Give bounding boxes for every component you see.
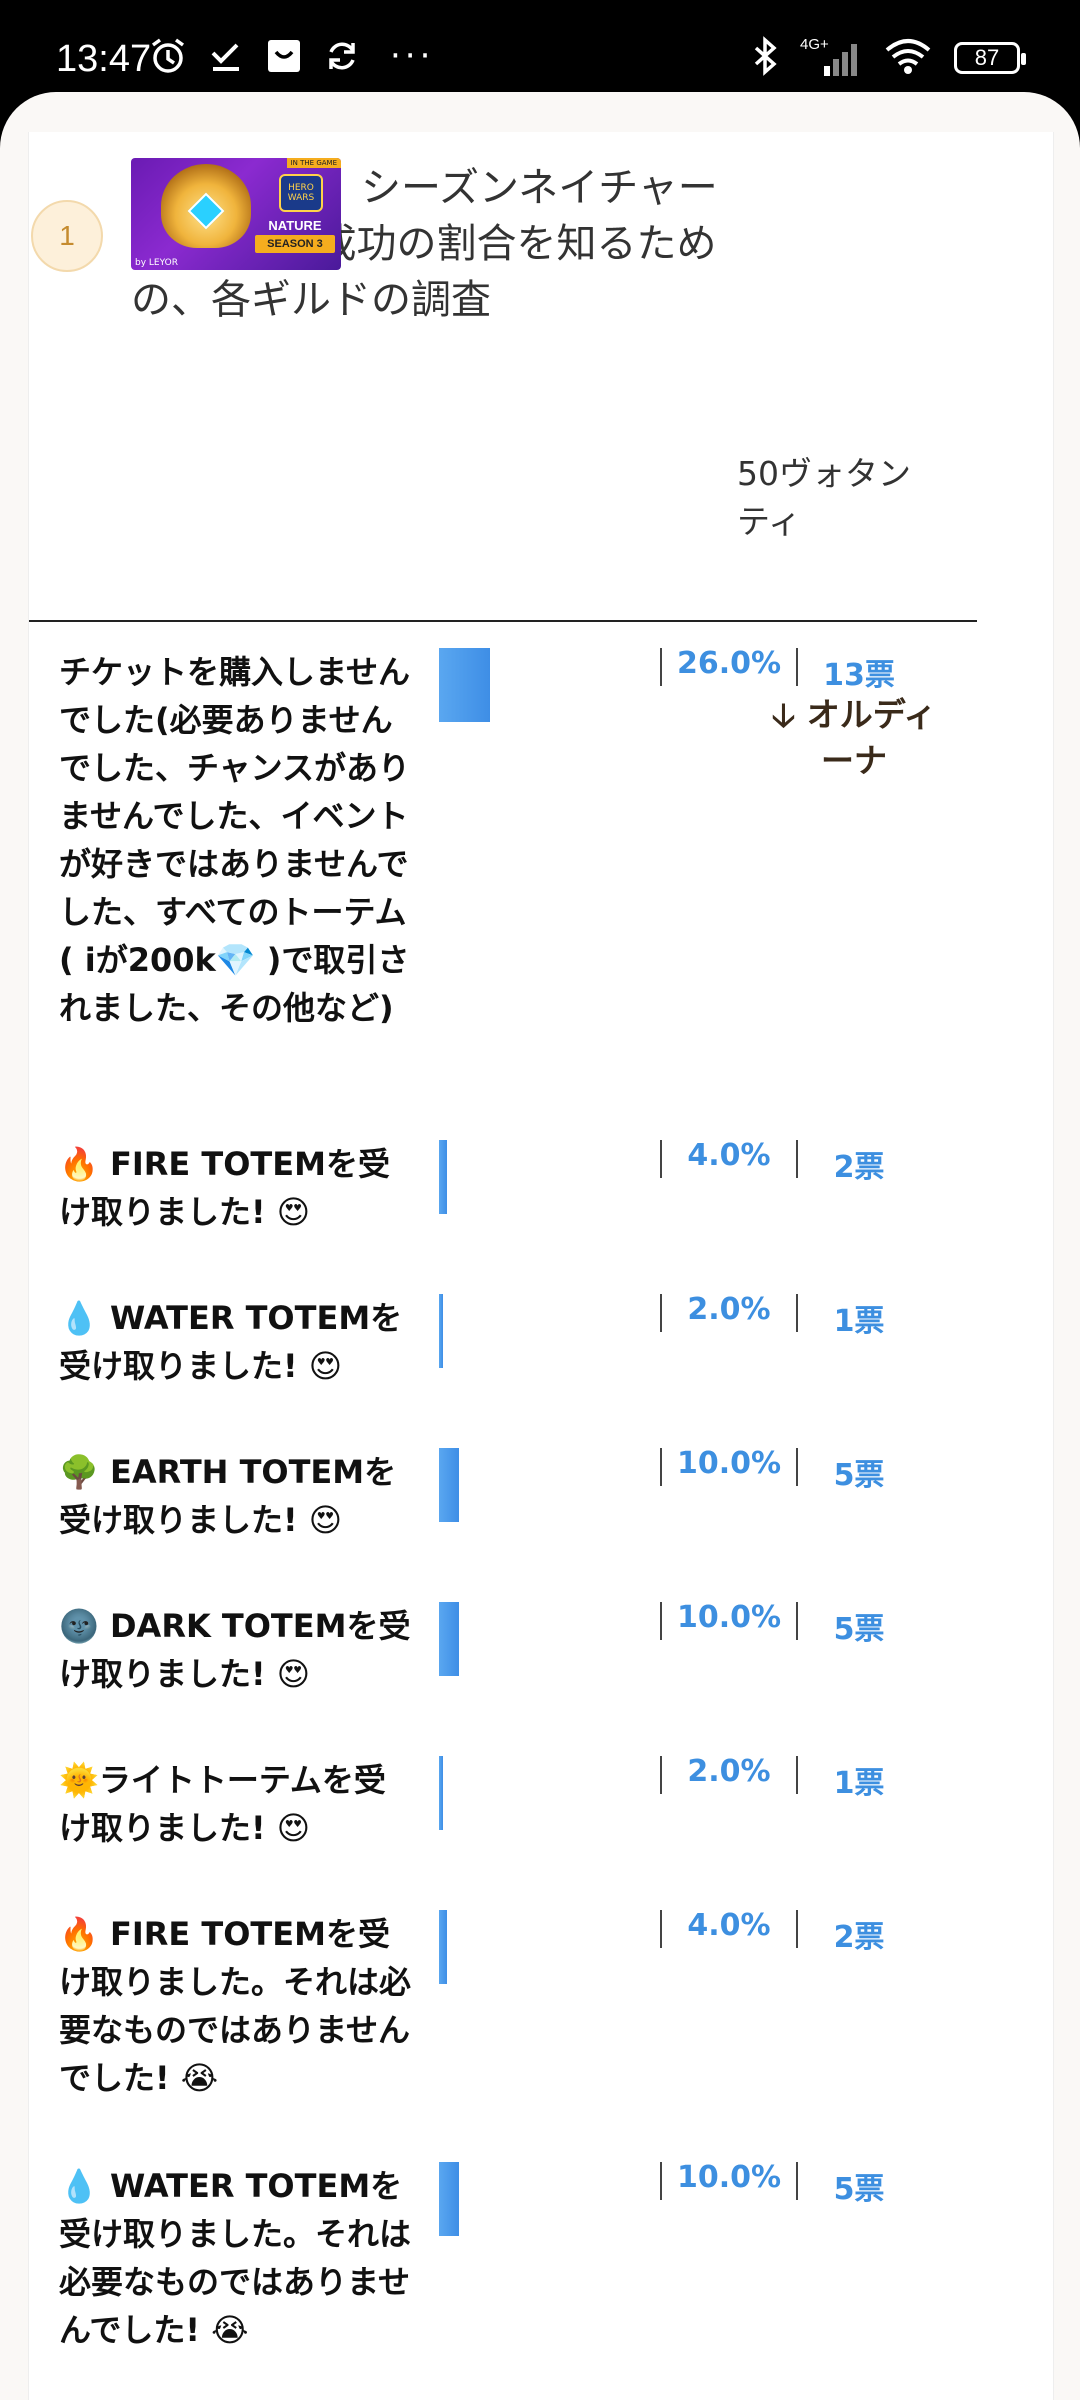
column-separator [660,1756,662,1794]
app-icon [264,36,304,76]
option-percent: 2.0% [687,1292,771,1327]
option-percent: 10.0% [676,2160,782,2195]
column-separator [660,648,662,686]
column-separator [660,1140,662,1178]
checkmark-icon [206,36,246,76]
content-sheet: 1 シーズンネイチャー3の承認と成功の割合を知るための、各ギルドの調査 IN T… [0,92,1080,2400]
option-percent: 4.0% [687,1908,771,1943]
option-bar [439,1756,443,1830]
option-label: 🔥 FIRE TOTEMを受け取りました! 😍 [59,1145,390,1231]
option-votes: 2票 [833,1150,885,1185]
option-bar [439,1910,447,1984]
option-bar [439,1294,443,1368]
option-bar [439,2162,459,2236]
option-percent: 2.0% [687,1754,771,1789]
column-separator [796,1602,798,1640]
option-votes: 1票 [833,1304,885,1339]
option-bar [439,1140,447,1214]
column-separator [660,1294,662,1332]
battery-icon: 87 [954,42,1026,74]
thumbnail-caption: NATURE SEASON 3 [255,218,335,253]
overflow-dots: ··· [390,36,435,76]
alarm-icon [148,36,188,76]
option-label: 🌞ライトトーテムを受け取りました! 😍 [59,1761,386,1847]
column-header: 50ヴォタンティ [737,454,911,541]
column-separator [660,1602,662,1640]
option-label: 💧 WATER TOTEMを受け取りました。それは必要なものではありませんでした… [59,2167,412,2349]
column-separator [796,1448,798,1486]
status-time: 13:47 [56,38,152,80]
option-percent: 26.0% [676,646,782,681]
sort-header[interactable]: 🡣 オルディーナ [759,692,949,784]
status-icons-left: ··· [148,36,434,76]
thumbnail-line2: SEASON 3 [255,235,335,253]
column-separator [796,1756,798,1794]
option-label: 💧 WATER TOTEMを受け取りました! 😍 [59,1299,403,1385]
option-bar [439,648,490,722]
column-separator [660,1910,662,1948]
thumbnail-line1: NATURE [268,218,322,233]
column-separator [796,648,798,686]
column-separator [660,1448,662,1486]
column-separator [796,2162,798,2200]
header-divider [29,620,977,622]
option-votes: 13票 [823,658,895,693]
option-votes: 2票 [833,1920,885,1955]
poll-card: 1 シーズンネイチャー3の承認と成功の割合を知るための、各ギルドの調査 IN T… [28,132,1054,2400]
bluetooth-icon [752,36,778,80]
option-bar [439,1448,459,1522]
column-separator [796,1294,798,1332]
column-separator [796,1910,798,1948]
option-label: 🌳 EARTH TOTEMを受け取りました! 😍 [59,1453,397,1539]
option-percent: 10.0% [676,1600,782,1635]
hero-wars-logo: HERO WARS [279,174,323,212]
option-votes: 1票 [833,1766,885,1801]
sync-icon [322,36,362,76]
column-separator [796,1140,798,1178]
option-votes: 5票 [833,1612,885,1647]
poll-thumbnail[interactable]: IN THE GAME HERO WARS NATURE SEASON 3 by… [131,158,341,270]
thumbnail-author: by LEYOR [135,258,178,268]
status-icons-right: 4G+ 87 [752,36,1026,80]
option-percent: 4.0% [687,1138,771,1173]
option-percent: 10.0% [676,1446,782,1481]
battery-level: 87 [974,45,1000,70]
option-votes: 5票 [833,1458,885,1493]
poll-number-badge: 1 [31,200,103,272]
option-bar [439,1602,459,1676]
signal-icon: 4G+ [800,36,862,78]
option-label: 🔥 FIRE TOTEMを受け取りました。それは必要なものではありませんでした!… [59,1915,412,2097]
column-separator [660,2162,662,2200]
option-label: 🌚 DARK TOTEMを受け取りました! 😍 [59,1607,411,1693]
option-label: チケットを購入しませんでした(必要ありませんでした、チャンスがありませんでした、… [59,653,411,1027]
thumbnail-corner-label: IN THE GAME [286,158,341,168]
wifi-icon [884,36,932,80]
option-votes: 5票 [833,2172,885,2207]
